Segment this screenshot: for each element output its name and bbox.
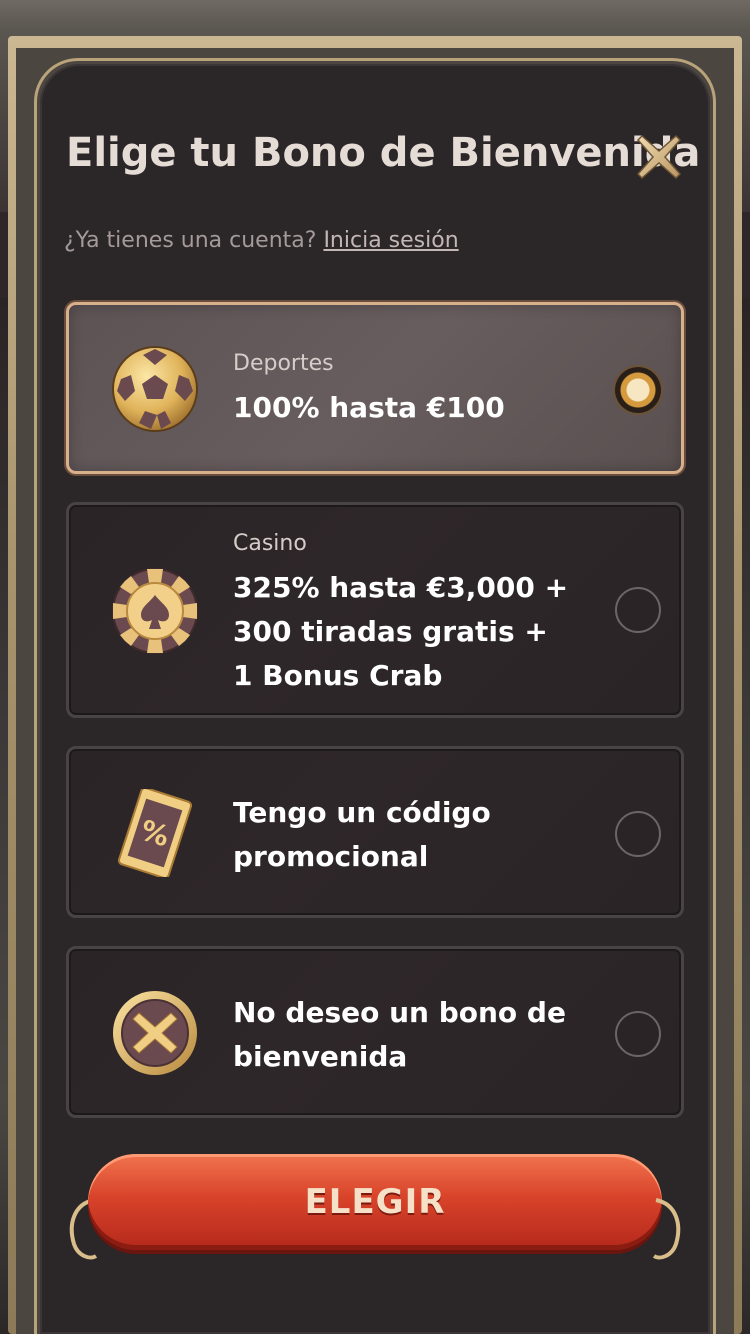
option-promo-text: Tengo un código promocional [233, 791, 491, 879]
choose-button[interactable]: ELEGIR [69, 1154, 681, 1260]
option-casino-radio[interactable] [615, 587, 661, 633]
login-link[interactable]: Inicia sesión [323, 228, 458, 253]
option-no-bonus[interactable]: No deseo un bono de bienvenida [66, 946, 684, 1118]
option-casino-text: Casino 325% hasta €3,000 + 300 tiradas g… [233, 531, 568, 698]
option-no-bonus-text: No deseo un bono de bienvenida [233, 991, 566, 1079]
option-promo-line-2: promocional [233, 840, 429, 873]
option-sports-offer: 100% hasta €100 [233, 391, 505, 424]
login-prompt-text: ¿Ya tienes una cuenta? [64, 228, 317, 253]
option-casino-category: Casino [233, 531, 307, 556]
option-no-bonus-line-1: No deseo un bono de [233, 996, 566, 1029]
option-sports-category: Deportes [233, 351, 334, 376]
no-bonus-x-icon [111, 989, 199, 1077]
option-no-bonus-radio[interactable] [615, 1011, 661, 1057]
option-casino-offer-line-2: 300 tiradas gratis + [233, 615, 548, 648]
option-promo-line-1: Tengo un código [233, 796, 491, 829]
promo-ticket-icon: % [111, 786, 199, 880]
soccer-ball-icon [111, 345, 199, 433]
option-sports-text: Deportes 100% hasta €100 [233, 351, 505, 430]
option-promo-radio[interactable] [615, 811, 661, 857]
casino-chip-icon [111, 567, 199, 655]
option-promo-code[interactable]: % Tengo un código promocional [66, 746, 684, 918]
option-casino-offer-line-1: 325% hasta €3,000 + [233, 571, 569, 604]
choose-button-label: ELEGIR [304, 1182, 446, 1222]
option-casino[interactable]: Casino 325% hasta €3,000 + 300 tiradas g… [66, 502, 684, 718]
close-x-icon [636, 134, 682, 180]
modal-title: Elige tu Bono de Bienvenida [66, 130, 701, 176]
option-casino-offer-line-3: 1 Bonus Crab [233, 659, 443, 692]
login-prompt: ¿Ya tienes una cuenta? Inicia sesión [64, 228, 459, 253]
option-sports-radio[interactable] [615, 367, 661, 413]
close-button[interactable] [634, 132, 684, 182]
option-sports[interactable]: Deportes 100% hasta €100 [66, 302, 684, 474]
option-no-bonus-line-2: bienvenida [233, 1040, 408, 1073]
